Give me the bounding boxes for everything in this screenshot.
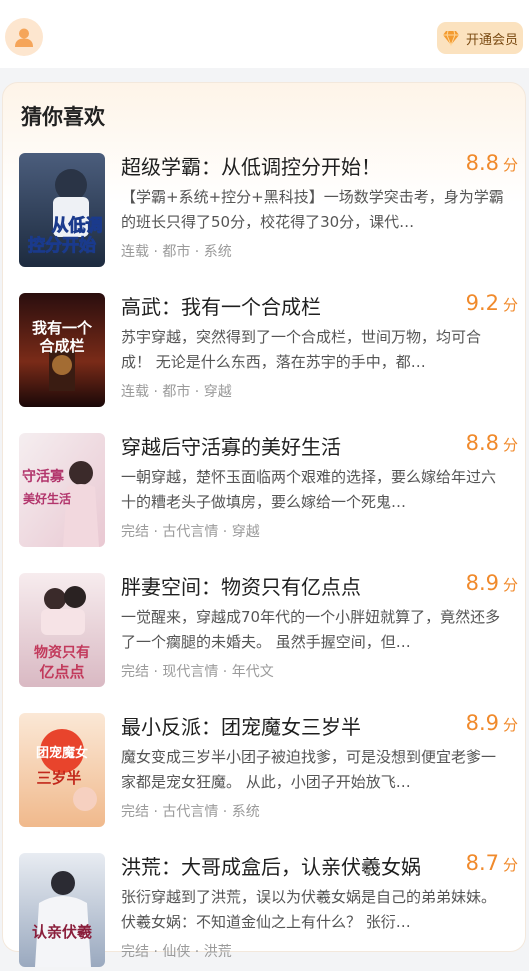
score-unit: 分 [502,716,518,734]
book-item[interactable]: 团宠魔女 三岁半 最小反派：团宠魔女三岁半 8.9 分 魔女变成三岁半小团子被迫找… [19,711,524,831]
score-value: 9.2 [465,291,499,315]
book-description: 苏宇穿越，突然得到了一个合成栏，世间万物，均可合成！ 无论是什么东西，落在苏宇的… [121,328,482,371]
book-cover[interactable]: 认亲伏羲 [19,853,105,967]
avatar[interactable] [5,18,43,56]
cover-text: 美好生活 [23,491,71,506]
book-score: 8.8 分 [466,151,518,175]
book-tags: 完结 · 古代言情 · 穿越 [121,524,260,540]
score-unit: 分 [502,436,518,454]
book-title[interactable]: 最小反派：团宠魔女三岁半 [121,711,441,740]
book-description: 一朝穿越，楚怀玉面临两个艰难的选择，要么嫁给年过六十的糟老头子做填房，要么嫁给一… [121,468,497,511]
book-item[interactable]: 物资只有 亿点点 胖妻空间：物资只有亿点点 8.9 分 一觉醒来，穿越成70年代的… [19,571,524,691]
score-value: 8.9 [465,571,499,595]
book-score: 8.9 分 [466,711,518,735]
top-bar: 开通会员 [0,0,529,68]
book-score: 8.8 分 [466,431,518,455]
book-item[interactable]: 从低调 控分开始 超级学霸：从低调控分开始！ 8.8 分 【学霸+系统+控分+黑科… [19,151,524,271]
book-tags: 完结 · 仙侠 · 洪荒 [121,944,232,960]
cover-text: 认亲伏羲 [32,923,92,941]
score-value: 8.8 [465,151,499,175]
cover-text: 物资只有 [34,644,90,661]
book-tags: 完结 · 现代言情 · 年代文 [121,664,274,680]
book-score: 9.2 分 [466,291,518,315]
cover-text: 从低调 [52,215,103,236]
score-unit: 分 [502,576,518,594]
open-vip-label: 开通会员 [465,32,518,48]
cover-text: 控分开始 [28,235,96,256]
score-value: 8.9 [465,711,499,735]
cover-text: 我有一个 [32,319,93,337]
book-tags: 连载 · 都市 · 穿越 [121,384,232,400]
book-item[interactable]: 认亲伏羲 洪荒：大哥成盒后，认亲伏羲女娲 8.7 分 张衍穿越到了洪荒，误以为伏羲… [19,851,524,971]
book-description: 张衍穿越到了洪荒，误以为伏羲女娲是自己的弟弟妹妹。 伏羲女娲：不知道金仙之上有什… [121,888,497,931]
book-score: 8.7 分 [466,851,518,875]
score-value: 8.7 [465,851,499,875]
diamond-icon [442,30,459,46]
book-cover[interactable]: 物资只有 亿点点 [19,573,105,687]
book-tags: 连载 · 都市 · 系统 [121,244,232,260]
book-item[interactable]: 守活寡 美好生活 穿越后守活寡的美好生活 8.8 分 一朝穿越，楚怀玉面临两个艰难… [19,431,524,551]
book-tags: 完结 · 古代言情 · 系统 [121,804,260,820]
cover-text: 三岁半 [36,769,81,787]
user-icon [15,28,33,47]
book-title[interactable]: 穿越后守活寡的美好生活 [121,431,441,460]
book-description: 【学霸+系统+控分+黑科技】一场数学突击考，身为学霸的班长只得了50分，校花得了… [121,188,504,231]
cover-text: 团宠魔女 [36,745,88,761]
score-unit: 分 [502,856,518,874]
book-title[interactable]: 高武：我有一个合成栏 [121,291,441,320]
book-title[interactable]: 超级学霸：从低调控分开始！ [121,151,441,180]
cover-text: 合成栏 [38,337,84,355]
book-cover[interactable]: 团宠魔女 三岁半 [19,713,105,827]
section-title: 猜你喜欢 [21,105,105,129]
book-item[interactable]: 我有一个 合成栏 高武：我有一个合成栏 9.2 分 苏宇穿越，突然得到了一个合成栏… [19,291,524,411]
book-title[interactable]: 洪荒：大哥成盒后，认亲伏羲女娲 [121,851,441,880]
book-cover[interactable]: 我有一个 合成栏 [19,293,105,407]
book-cover[interactable]: 守活寡 美好生活 [19,433,105,547]
book-score: 8.9 分 [466,571,518,595]
book-cover[interactable]: 从低调 控分开始 [19,153,105,267]
book-title[interactable]: 胖妻空间：物资只有亿点点 [121,571,441,600]
book-description: 魔女变成三岁半小团子被迫找爹，可是没想到便宜老爹一家都是宠女狂魔。 从此，小团子… [121,748,497,791]
book-description: 一觉醒来，穿越成70年代的一个小胖妞就算了，竟然还多了一个瘸腿的未婚夫。 虽然手… [121,608,501,651]
cover-text: 守活寡 [22,468,65,485]
open-vip-button[interactable]: 开通会员 [437,22,523,54]
recommend-card: 猜你喜欢 从低调 控分开始 超级学霸：从低调控分开始！ 8.8 分 【学霸+系统+… [2,82,526,967]
score-unit: 分 [502,296,518,314]
score-unit: 分 [502,156,518,174]
score-value: 8.8 [465,431,499,455]
cover-text: 亿点点 [39,663,84,681]
